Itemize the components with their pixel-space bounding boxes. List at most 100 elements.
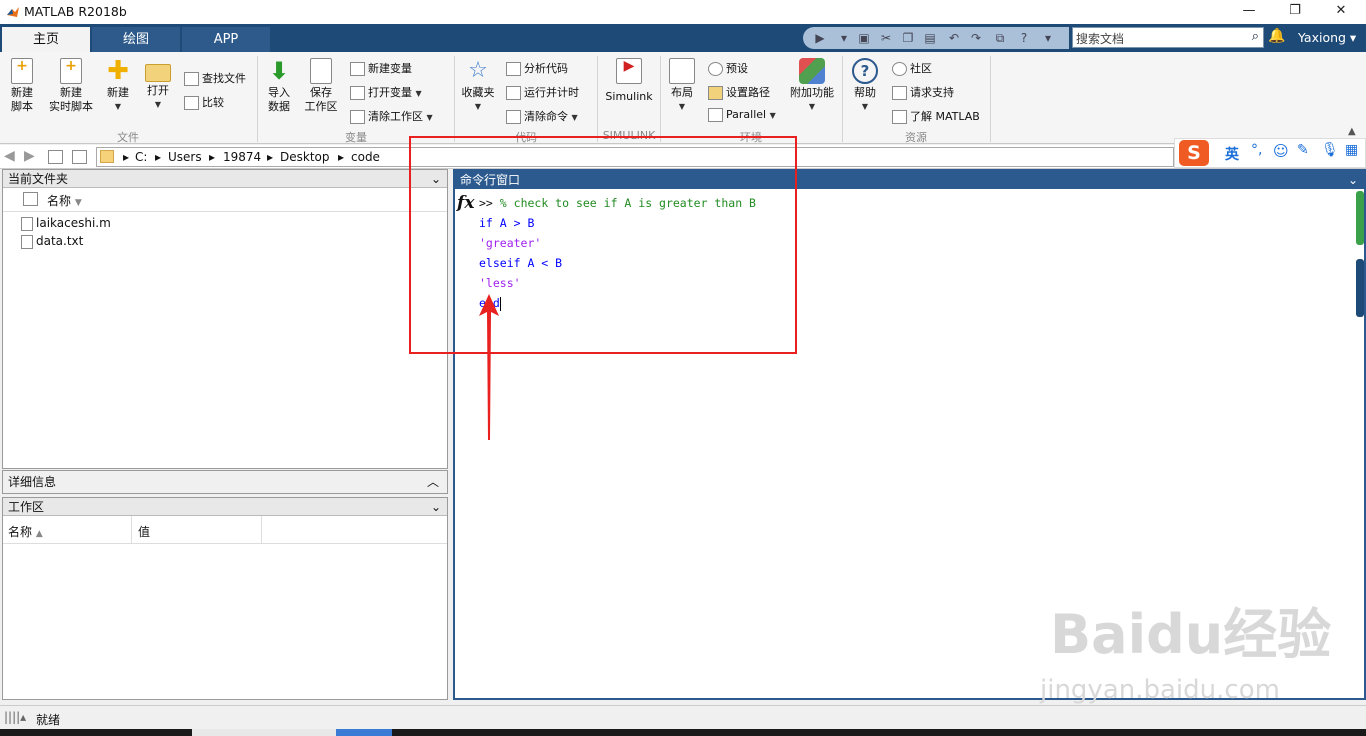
column-value[interactable]: 值 <box>138 523 150 540</box>
text-file-icon <box>21 234 33 249</box>
clear-commands-button[interactable]: 清除命令 ▼ <box>506 108 578 124</box>
ime-language-toggle[interactable]: 英 <box>1225 144 1239 164</box>
new-button[interactable]: ✚ 新建 ▼ <box>104 58 132 114</box>
file-item-m[interactable]: laikaceshi.m <box>21 216 111 231</box>
toolbox-grid-icon[interactable]: ▦ <box>1345 142 1358 158</box>
pen-icon[interactable]: ✎ <box>1297 142 1309 158</box>
taskbar-item-active[interactable] <box>336 729 392 736</box>
close-button[interactable]: ✕ <box>1318 0 1364 24</box>
cut-icon[interactable]: ✂ <box>877 29 895 47</box>
scroll-indicator-bottom[interactable] <box>1356 259 1364 317</box>
layout-grid-icon <box>669 58 695 84</box>
open-button[interactable]: 打开 ▼ <box>144 58 172 112</box>
copy-icon[interactable]: ❐ <box>899 29 917 47</box>
search-documentation[interactable]: 搜索文档 ⌕ <box>1072 27 1264 48</box>
file-item-txt[interactable]: data.txt <box>21 234 83 249</box>
details-title: 详细信息 <box>8 475 57 489</box>
community-button[interactable]: 社区 <box>892 60 932 76</box>
tab-plots[interactable]: 绘图 <box>92 27 180 52</box>
search-icon[interactable]: ⌕ <box>1252 29 1259 44</box>
find-files-button[interactable]: 查找文件 <box>184 70 246 86</box>
column-divider <box>261 516 262 544</box>
new-live-script-icon: + <box>60 58 82 84</box>
taskbar-item[interactable] <box>192 729 336 736</box>
notification-bell-icon[interactable]: 🔔 <box>1268 28 1285 44</box>
help-button[interactable]: ? 帮助 ▼ <box>848 58 882 114</box>
find-files-label: 查找文件 <box>202 72 246 85</box>
back-icon[interactable]: ◀ <box>4 148 15 164</box>
microphone-icon[interactable]: 🎙 <box>1321 142 1339 158</box>
import-data-button[interactable]: ⬇ 导入 数据 <box>264 58 294 114</box>
restore-button[interactable]: ❐ <box>1272 0 1318 24</box>
annotation-arrow-icon <box>479 294 499 440</box>
preferences-button[interactable]: 预设 <box>708 60 748 76</box>
undo-icon[interactable]: ↶ <box>945 29 963 47</box>
path-separator: ▸ <box>155 150 162 164</box>
tab-apps[interactable]: APP <box>182 27 270 52</box>
addons-button[interactable]: 附加功能 ▼ <box>788 58 836 114</box>
status-bar: ||||▴ 就绪 <box>0 705 1366 729</box>
import-arrow-icon: ⬇ <box>268 57 290 85</box>
community-icon <box>892 62 907 76</box>
minimize-button[interactable]: — <box>1226 0 1272 24</box>
group-file-label: 文件 <box>117 131 139 144</box>
preferences-label: 预设 <box>726 62 748 75</box>
run-icon[interactable]: ▶ <box>811 29 829 47</box>
breadcrumb-19874[interactable]: 19874 <box>223 150 261 164</box>
panel-menu-icon[interactable]: ⌄ <box>1348 171 1358 189</box>
analyze-code-button[interactable]: 分析代码 <box>506 60 568 76</box>
simulink-button[interactable]: ▶ Simulink <box>602 58 656 104</box>
dropdown-icon[interactable]: ▾ <box>835 29 853 47</box>
up-folder-icon[interactable] <box>48 150 63 164</box>
favorites-button[interactable]: ☆ 收藏夹 ▼ <box>458 58 498 114</box>
run-and-time-button[interactable]: 运行并计时 <box>506 84 579 100</box>
scroll-indicator-top[interactable] <box>1356 191 1364 245</box>
column-name[interactable]: 名称 ▼ <box>47 192 82 209</box>
window-title: MATLAB R2018b <box>24 4 127 19</box>
parallel-button[interactable]: Parallel ▼ <box>708 108 776 122</box>
open-variable-button[interactable]: 打开变量 ▼ <box>350 84 422 100</box>
compare-button[interactable]: 比较 <box>184 94 224 110</box>
breadcrumb-code[interactable]: code <box>351 150 380 164</box>
file-name-m: laikaceshi.m <box>36 216 111 230</box>
request-support-button[interactable]: 请求支持 <box>892 84 954 100</box>
details-panel[interactable]: 详细信息 ︿ <box>2 470 448 494</box>
column-name[interactable]: 名称 ▲ <box>8 523 43 540</box>
browse-folder-icon[interactable] <box>72 150 87 164</box>
panel-menu-icon[interactable]: ⌄ <box>431 498 441 516</box>
breadcrumb-drive[interactable]: C: <box>135 150 147 164</box>
workspace-panel: 工作区 ⌄ 名称 ▲ 值 <box>2 497 448 700</box>
current-folder-header: 当前文件夹 ⌄ <box>3 170 447 188</box>
breadcrumb-users[interactable]: Users <box>168 150 202 164</box>
layout-button[interactable]: 布局 ▼ <box>666 58 698 114</box>
expand-icon[interactable]: ︿ <box>427 471 439 493</box>
forward-icon[interactable]: ▶ <box>24 148 35 164</box>
sogou-logo-icon[interactable]: S <box>1179 140 1209 166</box>
help-icon[interactable]: ? <box>1015 29 1033 47</box>
punctuation-icon[interactable]: °, <box>1251 142 1262 158</box>
new-live-script-button[interactable]: + 新建 实时脚本 <box>46 58 96 114</box>
user-account-menu[interactable]: Yaxiong ▾ <box>1298 30 1356 45</box>
ime-toolbar: S 英 °, ☺ ✎ 🎙 ▦ <box>1174 138 1366 168</box>
clear-workspace-button[interactable]: 清除工作区 ▼ <box>350 108 433 124</box>
new-variable-button[interactable]: 新建变量 <box>350 60 412 76</box>
save-workspace-button[interactable]: 保存 工作区 <box>302 58 340 114</box>
collapse-ribbon-icon[interactable]: ▲ <box>1348 126 1356 137</box>
paste-icon[interactable]: ▤ <box>921 29 939 47</box>
save-ws-label-1: 保存 <box>310 86 332 99</box>
emoji-icon[interactable]: ☺ <box>1273 142 1289 160</box>
analyze-code-label: 分析代码 <box>524 62 568 75</box>
switch-windows-icon[interactable]: ⧉ <box>991 29 1009 47</box>
workspace-title: 工作区 <box>8 500 45 514</box>
more-icon[interactable]: ▾ <box>1039 29 1057 47</box>
path-separator: ▸ <box>123 150 130 164</box>
group-resources-label: 资源 <box>905 131 927 144</box>
breadcrumb-desktop[interactable]: Desktop <box>280 150 330 164</box>
save-icon[interactable]: ▣ <box>855 29 873 47</box>
set-path-button[interactable]: 设置路径 <box>708 84 770 100</box>
new-script-button[interactable]: + 新建 脚本 <box>6 58 38 114</box>
clear-commands-dropdown-icon: ▼ <box>571 113 578 122</box>
learn-matlab-button[interactable]: 了解 MATLAB <box>892 108 980 124</box>
redo-icon[interactable]: ↷ <box>967 29 985 47</box>
tab-home[interactable]: 主页 <box>2 27 90 52</box>
